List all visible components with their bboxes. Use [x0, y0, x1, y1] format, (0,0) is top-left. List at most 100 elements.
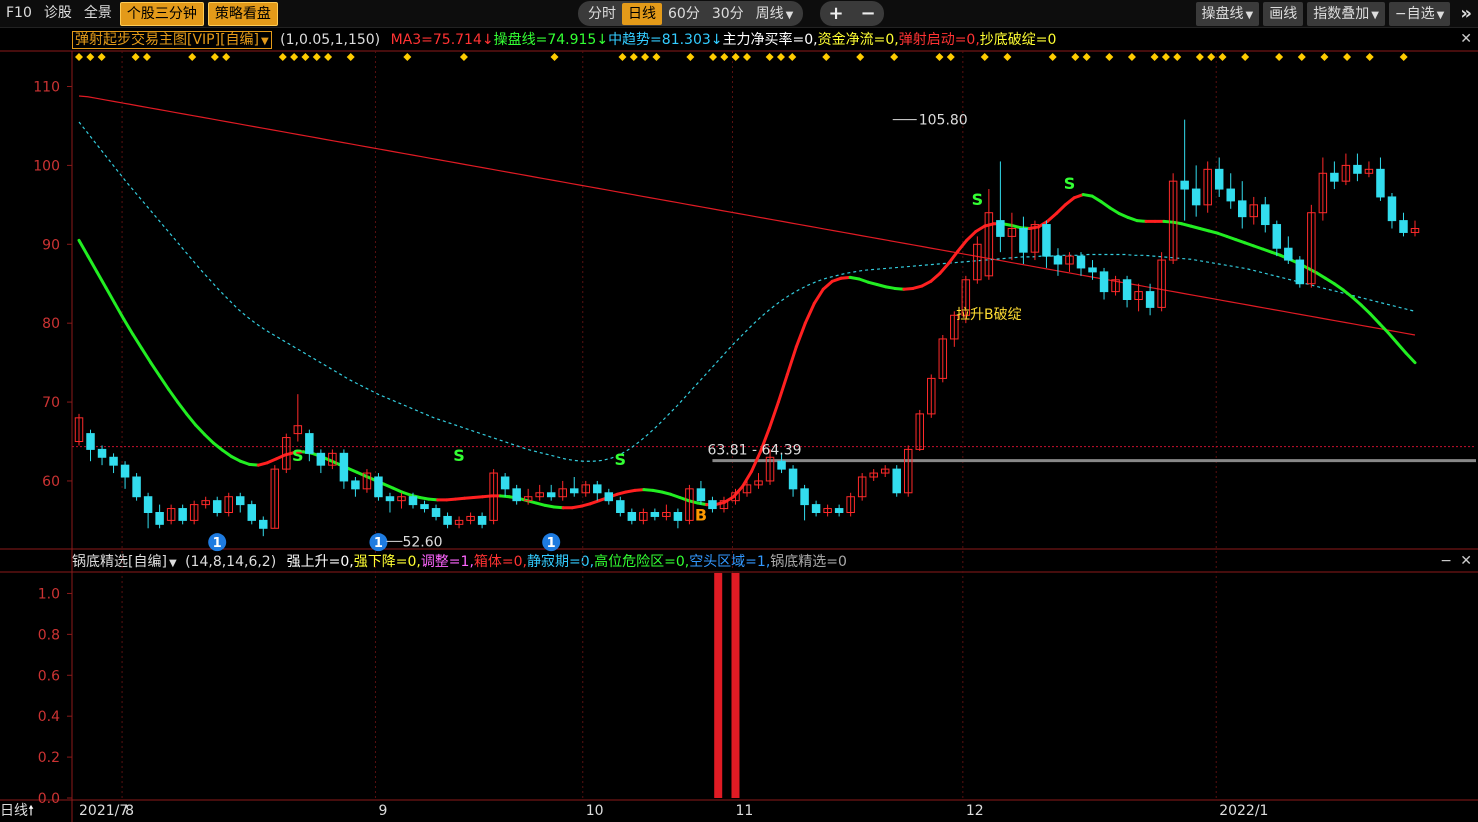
signal-letter: S [292, 446, 304, 465]
signal-diamond [1082, 53, 1091, 61]
signal-diamond [290, 53, 299, 61]
long-ma-line [78, 95, 1416, 336]
trade-line-segment [974, 224, 987, 234]
signal-diamond [1048, 53, 1057, 61]
trade-line-segment [229, 454, 242, 463]
signal-diamond [1207, 53, 1216, 61]
candle-body [247, 504, 257, 521]
candle-body [546, 492, 556, 498]
low-annotation-label: 52.60 [402, 534, 442, 550]
candle-body [512, 488, 521, 502]
period-indicator-label: 日线 [0, 803, 28, 819]
trade-line-segment [1404, 351, 1417, 365]
range-annotation-label: 63.81 - 64.39 [707, 443, 801, 459]
candle-body [1399, 220, 1408, 233]
trade-line-segment [95, 270, 108, 290]
price-tick-label: 90 [42, 237, 60, 253]
trade-line-segment [1368, 312, 1381, 325]
kline-chart[interactable]: 607080901001100.00.20.40.60.81.02021/78 9… [0, 0, 1478, 822]
candle-body [97, 448, 107, 458]
candle-body [1053, 255, 1063, 265]
signal-letter: S [1064, 174, 1076, 193]
candle-body [1019, 228, 1028, 253]
signal-diamond [1320, 53, 1329, 61]
signal-letter: S [615, 450, 627, 469]
signal-diamond [765, 53, 774, 61]
signal-diamond [1150, 53, 1159, 61]
signal-diamond [131, 53, 140, 61]
signal-diamond [301, 53, 310, 61]
signal-diamond [346, 53, 355, 61]
trade-line-segment [1359, 303, 1372, 316]
high-annotation-label: 105.80 [919, 113, 968, 129]
trade-line-segment [920, 279, 933, 288]
candle-body [1226, 188, 1235, 202]
candle-body [443, 515, 452, 525]
x-axis-label: 8 [125, 803, 134, 819]
trade-line-segment [767, 400, 780, 430]
trade-line-segment [956, 238, 969, 253]
trade-line-segment [203, 432, 215, 445]
sub-tick-label: 0.6 [38, 668, 60, 684]
signal-diamond [935, 53, 944, 61]
signal-diamond [142, 53, 151, 61]
trade-line-segment [785, 345, 798, 376]
signal-diamond [1399, 53, 1408, 61]
trade-line-segment [77, 238, 90, 258]
sub-tick-label: 1.0 [38, 586, 60, 602]
arrow-up-icon: 🠕 [28, 803, 35, 819]
signal-diamond [709, 53, 718, 61]
trade-line-segment [140, 346, 153, 365]
signal-diamond [1343, 53, 1352, 61]
candle-body [316, 452, 326, 466]
trade-line-segment [104, 286, 117, 305]
trade-line-segment [176, 400, 189, 416]
x-axis-label: 10 [586, 803, 604, 819]
signal-diamond [1218, 53, 1227, 61]
signal-diamond [890, 53, 899, 61]
candle-body [1376, 168, 1385, 198]
candle-body [616, 500, 625, 513]
trade-line-segment [122, 317, 135, 336]
trade-line-segment [1386, 331, 1399, 345]
candle-body [155, 512, 164, 525]
signal-diamond [743, 53, 751, 61]
signal-diamond [641, 53, 650, 61]
signal-diamond [1161, 53, 1170, 61]
signal-diamond [403, 53, 412, 61]
candle-body [339, 452, 349, 482]
trade-line-segment [131, 332, 144, 350]
candle-body [1122, 279, 1132, 300]
candle-body [1214, 168, 1224, 190]
trade-line-segment [1314, 271, 1327, 280]
candle-body [178, 508, 187, 521]
candle-body [1191, 188, 1201, 206]
trade-line-segment [149, 361, 162, 378]
sub-tick-label: 0.0 [38, 791, 60, 807]
signal-diamond [629, 53, 638, 61]
candle-body [351, 480, 360, 490]
trade-line-segment [86, 254, 99, 274]
candle-body [305, 433, 314, 454]
trade-line-segment [220, 448, 233, 458]
signal-diamond [856, 53, 865, 61]
sub-tick-label: 0.4 [38, 709, 60, 725]
candle-body [788, 468, 798, 490]
signal-diamond [210, 53, 219, 61]
trade-line-segment [803, 301, 816, 325]
trade-line-segment [938, 261, 951, 275]
signal-diamond [222, 53, 231, 61]
trade-line-segment [194, 423, 207, 436]
signal-diamond [1105, 53, 1114, 61]
signal-diamond [686, 53, 695, 61]
mid-trend-line [78, 121, 1416, 462]
candle-body [1180, 180, 1189, 190]
period-indicator[interactable]: 日线🠕 [0, 801, 34, 821]
candle-body [1237, 200, 1247, 218]
price-tick-label: 70 [42, 395, 60, 411]
candle-body [1353, 164, 1362, 174]
price-tick-label: 60 [42, 474, 60, 490]
signal-letter: B [695, 505, 707, 524]
candle-body [1272, 224, 1282, 249]
candle-body [1042, 224, 1051, 257]
